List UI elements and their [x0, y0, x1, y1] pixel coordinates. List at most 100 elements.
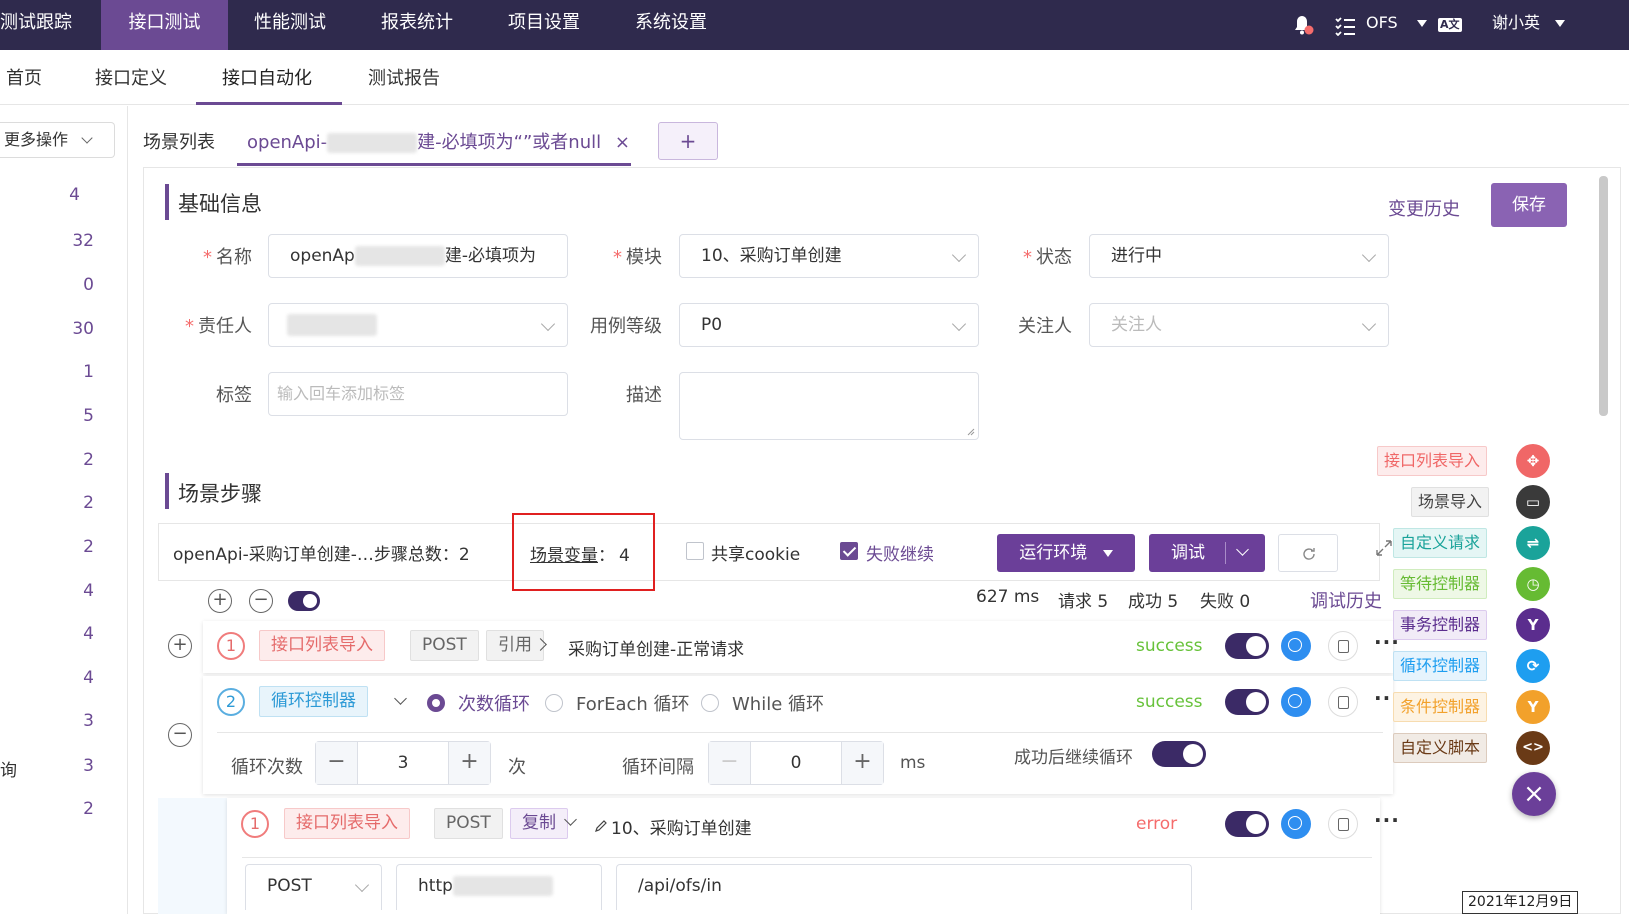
- module-count: 4: [83, 668, 94, 688]
- tab-scenario-list[interactable]: 场景列表: [143, 128, 215, 154]
- step-enable-toggle[interactable]: [1225, 689, 1269, 715]
- refresh-button[interactable]: [1278, 534, 1338, 572]
- run-step-icon[interactable]: [1281, 809, 1311, 839]
- user-menu[interactable]: 谢小英: [1492, 0, 1566, 50]
- add-condition-controller-label[interactable]: 条件控制器: [1393, 692, 1488, 722]
- custom-script-icon[interactable]: <>: [1516, 731, 1550, 765]
- run-step-icon[interactable]: [1281, 687, 1311, 717]
- tag-label: 标签: [216, 385, 252, 406]
- module-label-partial: 询: [0, 761, 17, 781]
- subnav-api-definition[interactable]: 接口定义: [95, 64, 167, 90]
- case-level-select[interactable]: P0: [679, 303, 979, 347]
- name-input[interactable]: openAp 建-必填项为: [268, 234, 568, 278]
- count-loop-radio[interactable]: [427, 694, 445, 712]
- add-scenario-import-label[interactable]: 场景导入: [1411, 487, 1490, 517]
- path-input[interactable]: /api/ofs/in: [616, 864, 1192, 910]
- share-cookie-checkbox[interactable]: [686, 542, 704, 560]
- enable-all-toggle[interactable]: [288, 591, 320, 611]
- more-actions-button[interactable]: 更多操作: [0, 122, 115, 158]
- add-api-list-import-label[interactable]: 接口列表导入: [1377, 446, 1488, 476]
- language-icon[interactable]: A文: [1438, 0, 1462, 50]
- copy-step-icon[interactable]: [1328, 809, 1358, 839]
- loop-count-stepper[interactable]: − 3 +: [315, 741, 491, 785]
- module-count: 2: [83, 799, 94, 819]
- api-import-icon[interactable]: ✥: [1516, 444, 1550, 478]
- close-panel-button[interactable]: ×: [1512, 772, 1556, 816]
- nav-performance-test[interactable]: 性能测试: [254, 0, 326, 50]
- add-wait-controller-label[interactable]: 等待控制器: [1393, 569, 1488, 599]
- follower-select[interactable]: 关注人: [1089, 303, 1389, 347]
- step-type-tag: 接口列表导入: [259, 630, 385, 661]
- add-tab-button[interactable]: +: [658, 122, 718, 160]
- decrement-button[interactable]: −: [709, 742, 751, 784]
- step-status: error: [1136, 814, 1178, 834]
- vertical-scrollbar[interactable]: [1599, 176, 1608, 416]
- nav-report-stats[interactable]: 报表统计: [381, 0, 453, 50]
- scenario-import-icon[interactable]: ▭: [1516, 485, 1550, 519]
- subnav-test-report[interactable]: 测试报告: [368, 64, 440, 90]
- custom-request-icon[interactable]: ⇌: [1516, 526, 1550, 560]
- nav-system-settings[interactable]: 系统设置: [635, 0, 707, 50]
- debug-history-link[interactable]: 调试历史: [1310, 587, 1382, 613]
- fail-continue-checkbox[interactable]: [840, 542, 858, 560]
- more-icon[interactable]: ···: [1374, 808, 1400, 832]
- add-custom-script-label[interactable]: 自定义脚本: [1393, 733, 1488, 763]
- owner-select[interactable]: [268, 303, 568, 347]
- caret-down-icon: [1555, 20, 1566, 27]
- wait-controller-icon[interactable]: ◷: [1516, 567, 1550, 601]
- nav-project-settings[interactable]: 项目设置: [508, 0, 580, 50]
- condition-controller-icon[interactable]: Y: [1516, 690, 1550, 724]
- step-enable-toggle[interactable]: [1225, 811, 1269, 837]
- increment-button[interactable]: +: [841, 742, 883, 784]
- collapse-step-button[interactable]: −: [168, 723, 192, 747]
- project-selector[interactable]: OFS: [1366, 0, 1427, 50]
- basic-info-title: 基础信息: [178, 192, 262, 216]
- expand-all-button[interactable]: +: [208, 589, 232, 613]
- continue-after-success-toggle[interactable]: [1152, 741, 1206, 767]
- run-environment-button[interactable]: 运行环境: [997, 534, 1135, 572]
- status-select[interactable]: 进行中: [1089, 234, 1389, 278]
- transaction-controller-icon[interactable]: Y: [1516, 608, 1550, 642]
- tab-active-scenario[interactable]: openApi- 建-必填项为“”或者null ×: [247, 128, 630, 154]
- expand-icon[interactable]: [1375, 539, 1393, 557]
- nav-api-test[interactable]: 接口测试: [101, 0, 228, 50]
- active-tab-indicator: [237, 163, 631, 166]
- subnav-home[interactable]: 首页: [6, 64, 42, 90]
- change-history-link[interactable]: 变更历史: [1388, 195, 1460, 221]
- add-loop-controller-label[interactable]: 循环控制器: [1393, 651, 1488, 681]
- divider: [242, 857, 1372, 858]
- loop-controller-icon[interactable]: ⟳: [1516, 649, 1550, 683]
- foreach-loop-radio[interactable]: [545, 694, 563, 712]
- decrement-button[interactable]: −: [316, 742, 358, 784]
- section-marker: [165, 184, 169, 220]
- follower-label: 关注人: [1018, 316, 1072, 337]
- scenario-variables-link[interactable]: 场景变量： 4: [530, 541, 630, 566]
- edit-icon[interactable]: [594, 819, 608, 833]
- while-loop-radio[interactable]: [701, 694, 719, 712]
- tag-input[interactable]: 输入回车添加标签: [268, 372, 568, 416]
- base-url-input[interactable]: http: [396, 864, 602, 910]
- copy-step-icon[interactable]: [1328, 631, 1358, 661]
- subnav-api-automation[interactable]: 接口自动化: [222, 64, 312, 90]
- description-textarea[interactable]: [679, 372, 979, 440]
- copy-step-icon[interactable]: [1328, 687, 1358, 717]
- module-select[interactable]: 10、采购订单创建: [679, 234, 979, 278]
- bell-icon[interactable]: [1290, 0, 1314, 50]
- loop-interval-stepper[interactable]: − 0 +: [708, 741, 884, 785]
- user-name: 谢小英: [1492, 13, 1541, 32]
- nav-test-track[interactable]: 测试跟踪: [0, 0, 100, 50]
- loop-count-unit: 次: [508, 757, 526, 778]
- run-step-icon[interactable]: [1281, 631, 1311, 661]
- increment-button[interactable]: +: [448, 742, 490, 784]
- add-transaction-controller-label[interactable]: 事务控制器: [1393, 610, 1488, 640]
- add-custom-request-label[interactable]: 自定义请求: [1393, 528, 1488, 558]
- step-enable-toggle[interactable]: [1225, 633, 1269, 659]
- collapse-all-button[interactable]: −: [249, 589, 273, 613]
- save-button[interactable]: 保存: [1491, 183, 1567, 227]
- debug-button[interactable]: 调试: [1149, 534, 1265, 572]
- method-select[interactable]: POST: [245, 864, 382, 910]
- chevron-down-icon[interactable]: [1236, 543, 1249, 556]
- task-list-icon[interactable]: [1334, 0, 1356, 50]
- expand-step-button[interactable]: +: [168, 634, 192, 658]
- close-tab-icon[interactable]: ×: [615, 132, 630, 153]
